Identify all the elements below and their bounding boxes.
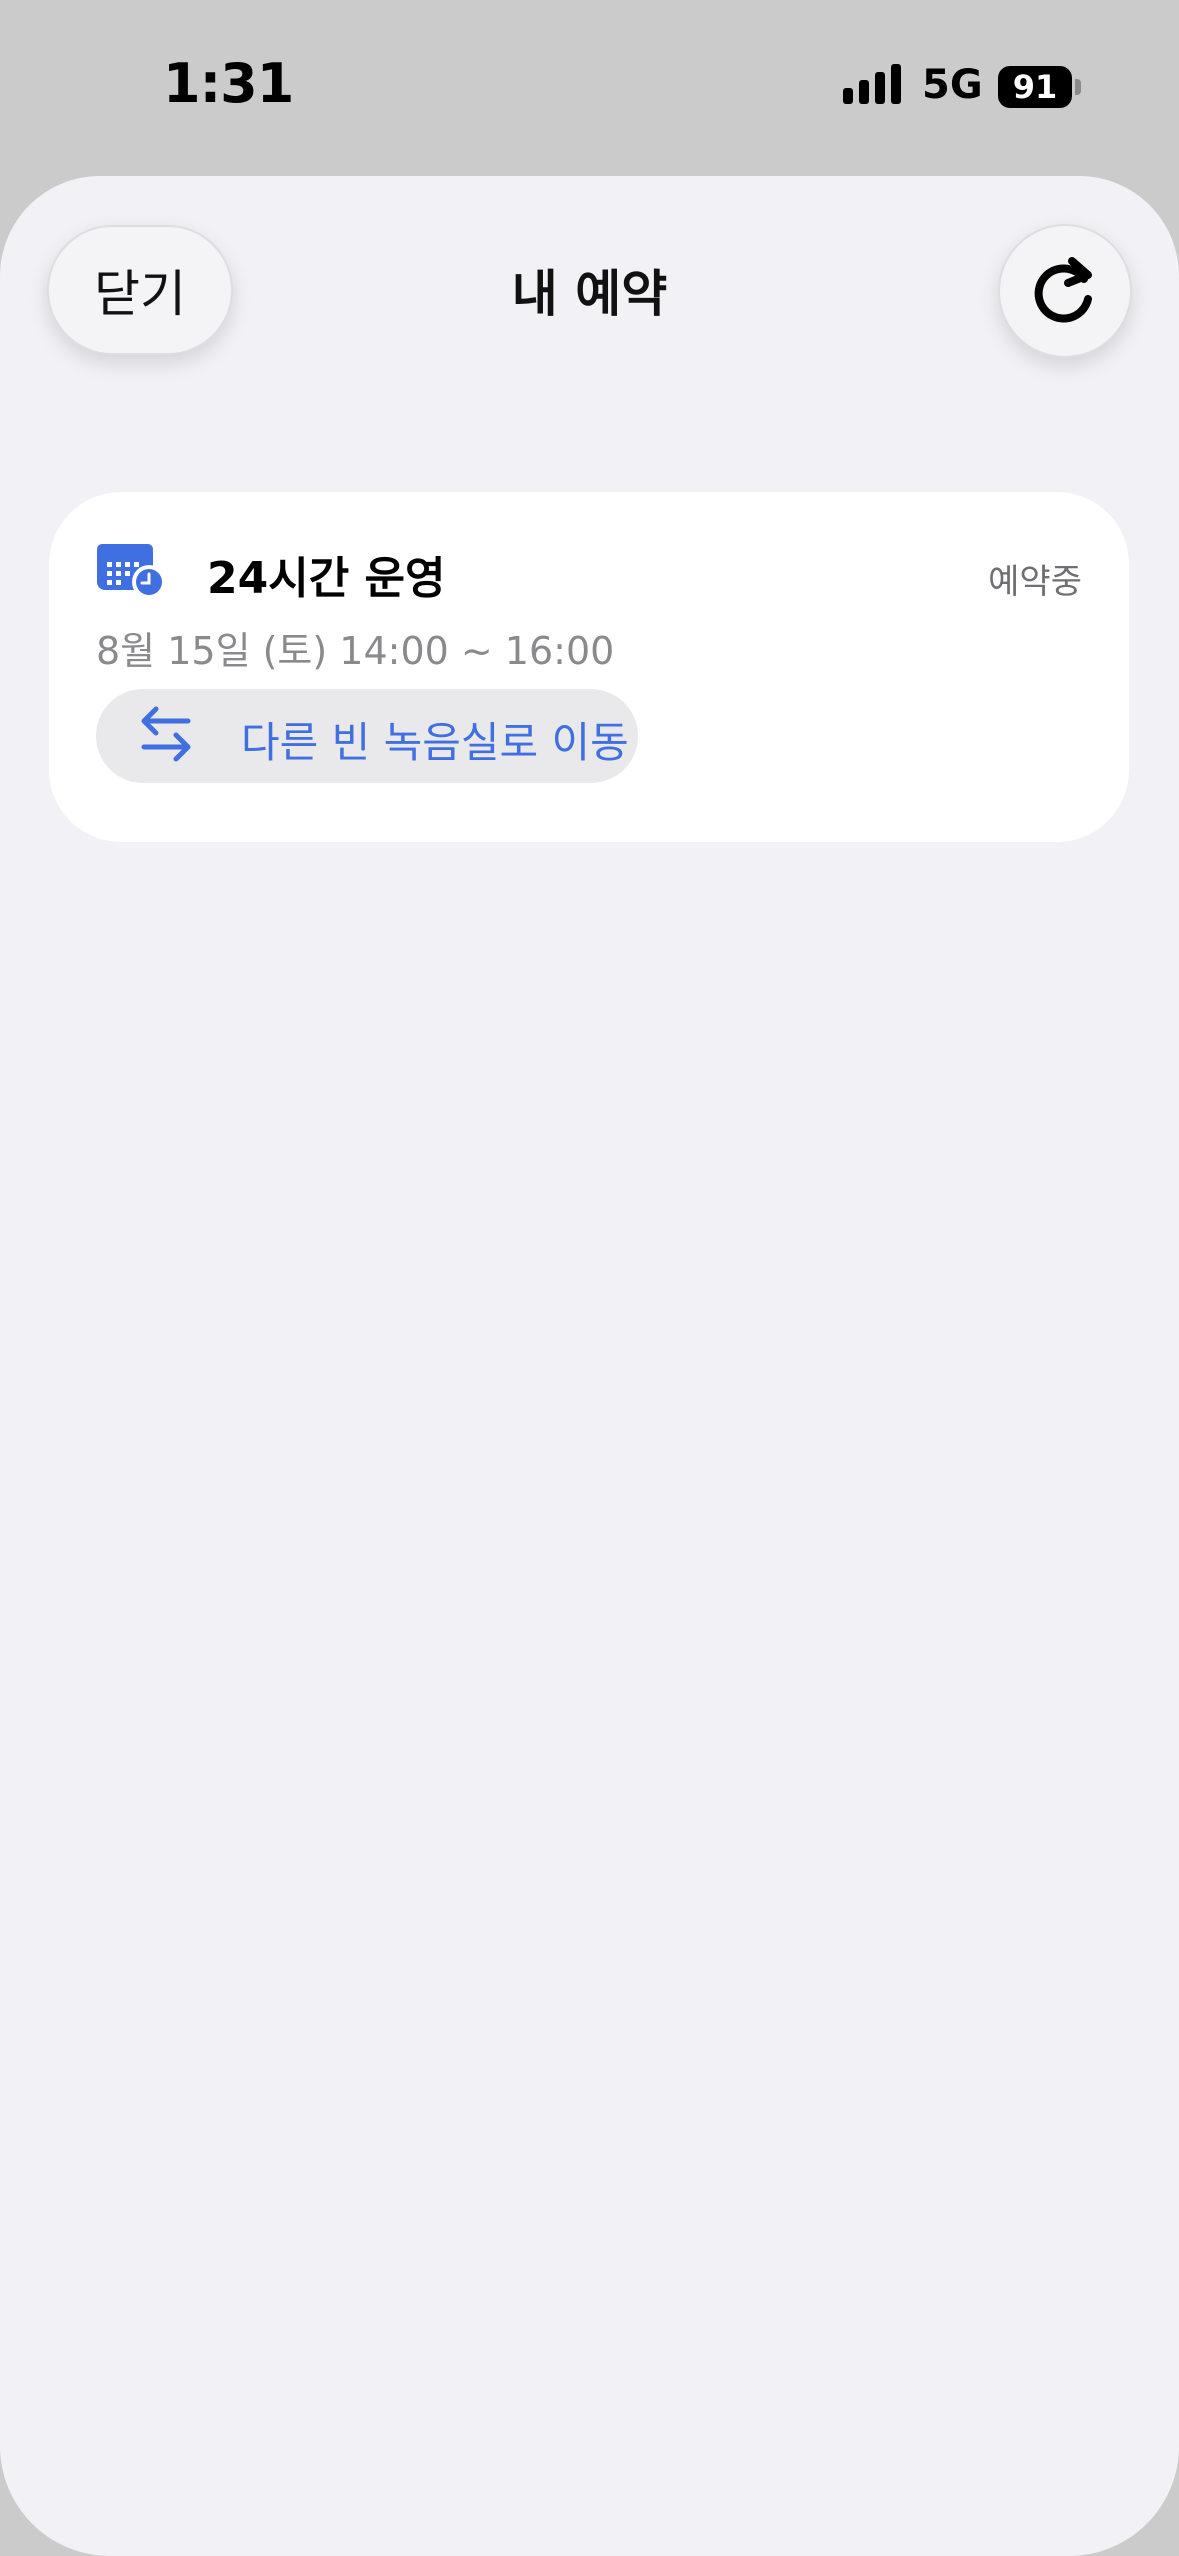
cellular-signal-icon — [843, 64, 901, 104]
status-bar: 1:31 5G 91 — [0, 0, 1179, 170]
battery-tip — [1075, 79, 1081, 95]
booking-title: 24시간 운영 — [207, 553, 446, 604]
network-type: 5G — [922, 62, 983, 108]
move-to-other-studio-button[interactable]: 다른 빈 녹음실로 이동 — [96, 689, 638, 783]
battery-level: 91 — [1012, 68, 1058, 106]
swap-arrows-icon — [141, 706, 191, 762]
refresh-button[interactable] — [998, 224, 1132, 358]
battery-icon: 91 — [998, 66, 1072, 108]
reservations-sheet: 닫기 내 예약 24시간 운영 예약중 8월 15일 (토) 14:00 ~ 1… — [0, 176, 1179, 2556]
move-button-label: 다른 빈 녹음실로 이동 — [241, 718, 629, 767]
calendar-clock-icon — [97, 544, 166, 599]
status-badge: 예약중 — [988, 562, 1082, 602]
booking-datetime: 8월 15일 (토) 14:00 ~ 16:00 — [96, 629, 615, 673]
booking-card[interactable]: 24시간 운영 예약중 8월 15일 (토) 14:00 ~ 16:00 다른 … — [49, 492, 1129, 842]
status-time: 1:31 — [163, 52, 294, 115]
refresh-icon — [1034, 257, 1092, 323]
